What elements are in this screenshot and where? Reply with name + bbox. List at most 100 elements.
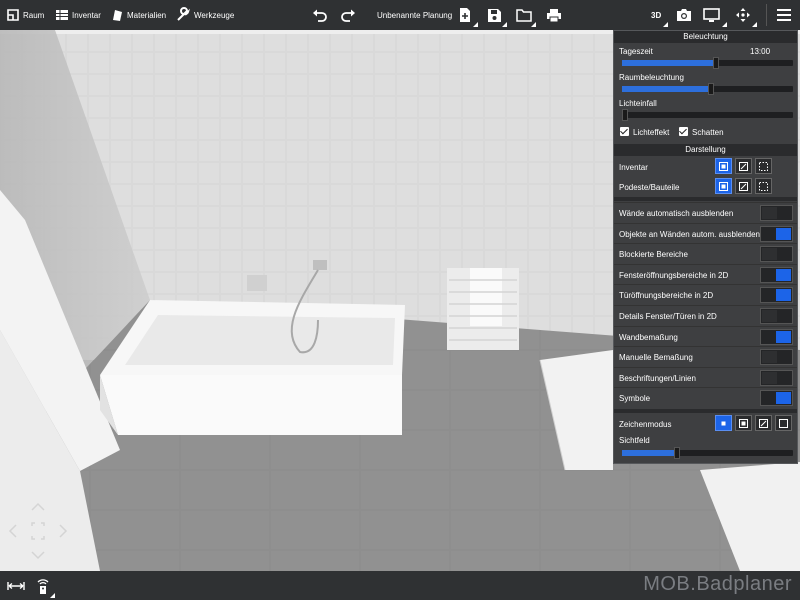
toggle-knob bbox=[776, 227, 791, 240]
camera-nav-pad[interactable] bbox=[6, 502, 70, 560]
draw-mode-label: Zeichenmodus bbox=[619, 420, 672, 429]
nav-up-arrow-icon bbox=[31, 502, 45, 511]
display-toggle-switch[interactable] bbox=[760, 205, 793, 221]
plan-title[interactable]: Unbenannte Planung bbox=[374, 0, 452, 30]
framed-square-icon bbox=[739, 418, 748, 428]
outline-mode-icon bbox=[759, 161, 768, 171]
tools-button[interactable]: Werkzeuge bbox=[175, 0, 234, 30]
screenshot-button[interactable] bbox=[676, 0, 692, 30]
shadow-checkbox[interactable] bbox=[679, 127, 688, 136]
redo-icon bbox=[341, 9, 355, 22]
time-of-day-label: Tageszeit bbox=[619, 47, 653, 56]
inventory-icon bbox=[56, 10, 68, 20]
lighting-section-title: Beleuchtung bbox=[614, 31, 797, 43]
tools-icon bbox=[177, 7, 190, 21]
room-lighting-slider[interactable] bbox=[622, 83, 793, 95]
display-toggle-label: Manuelle Bemaßung bbox=[619, 353, 693, 363]
display-toggle-switch[interactable] bbox=[760, 266, 793, 283]
display-toggle-switch[interactable] bbox=[760, 287, 793, 304]
display-toggle-row: Türöffnungsbereiche in 2D bbox=[614, 284, 797, 304]
display-toggle-label: Beschriftungen/Linien bbox=[619, 373, 696, 383]
display-toggle-row: Objekte an Wänden autom. ausblenden bbox=[614, 222, 797, 243]
tools-label: Werkzeuge bbox=[194, 10, 235, 20]
undo-icon bbox=[313, 9, 327, 22]
podest-mode-outline-button[interactable] bbox=[755, 178, 772, 194]
inventory-mode-solid-button[interactable] bbox=[715, 158, 732, 174]
field-of-view-slider[interactable] bbox=[622, 447, 793, 459]
remote-control-button[interactable] bbox=[30, 573, 56, 599]
print-button[interactable] bbox=[546, 0, 562, 30]
display-toggle-row: Symbole bbox=[614, 387, 797, 407]
hatched-square-icon bbox=[759, 418, 768, 428]
add-plan-icon bbox=[460, 8, 470, 22]
inventory-button[interactable]: Inventar bbox=[55, 0, 101, 30]
toggle-knob bbox=[776, 330, 791, 343]
display-toggle-switch[interactable] bbox=[760, 390, 793, 407]
nav-left-arrow-icon bbox=[8, 524, 17, 538]
hamburger-menu-icon bbox=[777, 9, 791, 21]
add-plan-button[interactable] bbox=[458, 0, 478, 30]
brand-logo: MOB.Badplaner bbox=[643, 573, 792, 595]
nav-right-arrow-icon bbox=[59, 524, 68, 538]
display-toggle-row: Details Fenster/Türen in 2D bbox=[614, 305, 797, 325]
open-folder-button[interactable] bbox=[516, 0, 536, 30]
room-label: Raum bbox=[23, 10, 45, 20]
toggle-knob bbox=[776, 268, 791, 281]
menu-button[interactable] bbox=[777, 0, 791, 30]
settings-panel: Beleuchtung Tageszeit 13:00 Raumbeleucht… bbox=[613, 30, 798, 464]
empty-square-icon bbox=[779, 418, 788, 428]
outline-mode-icon bbox=[759, 181, 768, 191]
time-of-day-slider[interactable] bbox=[622, 57, 793, 69]
materials-icon bbox=[113, 10, 122, 21]
room-button[interactable]: Raum bbox=[6, 0, 44, 30]
light-effect-checkbox[interactable] bbox=[620, 127, 629, 136]
display-toggle-switch[interactable] bbox=[760, 349, 793, 366]
display-toggle-label: Wandbemaßung bbox=[619, 332, 678, 342]
podest-mode-hatched-button[interactable] bbox=[735, 178, 752, 194]
display-toggle-row: Wandbemaßung bbox=[614, 325, 797, 346]
display-toggle-row: Blockierte Bereiche bbox=[614, 243, 797, 263]
bottom-toolbar: MOB.Badplaner bbox=[0, 571, 800, 600]
materials-label: Materialien bbox=[127, 10, 167, 20]
display-toggle-label: Details Fenster/Türen in 2D bbox=[619, 312, 717, 321]
display-toggle-label: Fensteröffnungsbereiche in 2D bbox=[619, 270, 729, 280]
display-section-title: Darstellung bbox=[614, 144, 797, 156]
display-toggle-switch[interactable] bbox=[760, 369, 793, 386]
toggle-knob bbox=[762, 207, 777, 219]
inventory-mode-outline-button[interactable] bbox=[755, 158, 772, 174]
remote-icon bbox=[37, 579, 49, 594]
save-icon bbox=[488, 8, 501, 22]
redo-button[interactable] bbox=[340, 0, 356, 30]
light-incidence-slider[interactable] bbox=[622, 109, 793, 121]
display-toggle-switch[interactable] bbox=[760, 328, 793, 345]
display-toggle-row: Manuelle Bemaßung bbox=[614, 346, 797, 366]
room-icon bbox=[7, 9, 19, 21]
podest-mode-solid-button[interactable] bbox=[715, 178, 732, 194]
draw-mode-filled-button[interactable] bbox=[715, 415, 732, 431]
display-toggle-switch[interactable] bbox=[760, 225, 793, 242]
materials-button[interactable]: Materialien bbox=[110, 0, 166, 30]
light-incidence-label: Lichteinfall bbox=[619, 99, 657, 108]
time-of-day-value: 13:00 bbox=[750, 47, 771, 56]
move-icon bbox=[736, 8, 750, 22]
view-mode-button[interactable]: 3D bbox=[648, 0, 668, 30]
display-toggle-row: Wände automatisch ausblenden bbox=[614, 202, 797, 222]
display-toggle-switch[interactable] bbox=[760, 308, 793, 324]
solid-mode-icon bbox=[719, 161, 728, 171]
draw-mode-empty-button[interactable] bbox=[775, 415, 792, 431]
display-settings-button[interactable] bbox=[703, 0, 727, 30]
toggle-knob bbox=[762, 371, 777, 384]
draw-mode-hatched-button[interactable] bbox=[755, 415, 772, 431]
inventory-display-label: Inventar bbox=[619, 163, 648, 172]
draw-mode-framed-button[interactable] bbox=[735, 415, 752, 431]
undo-button[interactable] bbox=[312, 0, 328, 30]
display-toggle-switch[interactable] bbox=[760, 246, 793, 263]
display-toggle-label: Wände automatisch ausblenden bbox=[619, 209, 734, 218]
inventory-mode-hatched-button[interactable] bbox=[735, 158, 752, 174]
move-button[interactable] bbox=[735, 0, 757, 30]
measure-button[interactable] bbox=[3, 573, 29, 599]
save-button[interactable] bbox=[487, 0, 507, 30]
light-effect-label: Lichteffekt bbox=[633, 128, 670, 137]
filled-square-icon bbox=[721, 421, 726, 425]
podest-display-label: Podeste/Bauteile bbox=[619, 183, 680, 192]
